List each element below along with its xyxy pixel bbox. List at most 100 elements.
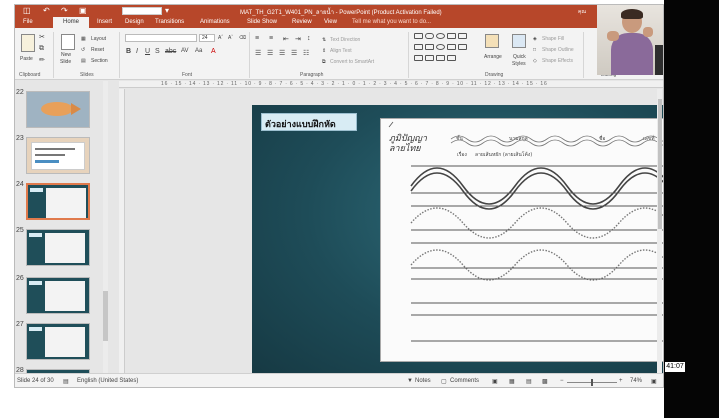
format-painter-icon[interactable]: ✏ [39,56,45,64]
tab-design[interactable]: Design [125,19,144,25]
tab-slide-show[interactable]: Slide Show [247,19,277,25]
font-size-box[interactable]: 24 [199,34,215,42]
triangle-shape-icon[interactable] [458,33,467,39]
tell-me-search[interactable]: Tell me what you want to do... [352,19,431,25]
slide-scroll-thumb[interactable] [658,99,662,229]
reset-icon[interactable]: ↺ [81,47,85,53]
slide-preview[interactable] [26,277,90,314]
bold-icon[interactable]: B [126,48,131,55]
columns-icon[interactable]: ☷ [303,49,309,57]
shape-outline-icon[interactable]: □ [533,47,536,53]
justify-icon[interactable]: ☰ [291,49,297,57]
slide-preview[interactable] [26,323,90,360]
quick-styles-label[interactable]: Quick [513,54,526,60]
tab-review[interactable]: Review [292,19,312,25]
slide-preview[interactable] [26,229,90,266]
new-slide-icon[interactable] [61,34,75,50]
grow-font-icon[interactable]: Aˆ [218,35,223,41]
current-slide[interactable]: ตัวอย่างแบบฝึกหัด ภูมิปัญญา ลายไทย ชั้น … [252,105,663,375]
tab-transitions[interactable]: Transitions [155,19,184,25]
callout-shape-icon[interactable] [447,44,456,50]
shape-fill-icon[interactable]: ◈ [533,36,537,42]
line-shape-icon[interactable] [414,44,423,50]
text-direction-button[interactable]: Text Direction [330,37,360,43]
line-spacing-icon[interactable]: ↕ [307,35,311,42]
oval-shape-icon[interactable] [436,33,445,39]
layout-button[interactable]: Layout [91,36,106,42]
shape-fill-button[interactable]: Shape Fill [542,36,564,42]
more-shapes-icon[interactable] [447,55,456,61]
start-from-beginning-icon[interactable]: ▣ [79,6,87,15]
smartart-icon[interactable]: ⧉ [322,59,326,65]
worksheet-image[interactable]: ภูมิปัญญา ลายไทย ชั้น นามสกุล ชื่อ เลขที… [380,118,663,362]
customize-toolbar-icon[interactable]: ▾ [165,6,169,15]
redo-icon[interactable]: ↷ [61,6,68,15]
align-center-icon[interactable]: ☰ [267,49,273,57]
new-slide-label-2[interactable]: Slide [60,59,71,65]
rectangle-shape-icon[interactable] [414,33,423,39]
account-name[interactable]: คุณ [578,8,586,16]
align-text-icon[interactable]: ⇕ [322,48,326,54]
decrease-indent-icon[interactable]: ⇤ [283,35,289,43]
reading-view-icon[interactable]: ▤ [526,378,532,385]
rounded-rect-shape-icon[interactable] [425,33,434,39]
cut-icon[interactable]: ✂ [39,33,45,41]
section-icon[interactable]: ▤ [81,58,86,64]
new-slide-label[interactable]: New [61,52,71,58]
shape-effects-icon[interactable]: ◇ [533,58,537,64]
spell-check-icon[interactable]: ▤ [63,378,69,385]
bracket-shape-icon[interactable] [436,55,445,61]
star-shape-icon[interactable] [458,44,467,50]
language[interactable]: English (United States) [77,378,138,384]
paste-button-label[interactable]: Paste [20,56,33,62]
thumbnail-scroll-thumb[interactable] [103,291,108,341]
save-icon[interactable]: ◫ [23,6,31,15]
tab-home[interactable]: Home [53,17,89,28]
slideshow-view-icon[interactable]: ▩ [542,378,548,385]
text-direction-icon[interactable]: ⇅ [322,37,326,43]
tab-file[interactable]: File [23,19,33,25]
shape-outline-button[interactable]: Shape Outline [542,47,574,53]
shadow-icon[interactable]: S [155,48,160,55]
tab-view[interactable]: View [324,19,337,25]
align-text-button[interactable]: Align Text [330,48,352,54]
notes-icon[interactable]: ▼ [407,378,413,384]
tab-animations[interactable]: Animations [200,19,230,25]
section-button[interactable]: Section [91,58,108,64]
curve-shape-icon[interactable] [425,55,434,61]
reset-button[interactable]: Reset [91,47,104,53]
quick-styles-label-2[interactable]: Styles [512,61,526,67]
spacing-icon[interactable]: AV [181,48,189,54]
quick-access-box[interactable] [122,7,162,15]
copy-icon[interactable]: ⧉ [39,45,44,53]
shape-effects-button[interactable]: Shape Effects [542,58,573,64]
slide-sorter-icon[interactable]: ▦ [509,378,515,385]
underline-icon[interactable]: U [145,48,150,55]
text-box-shape-icon[interactable] [447,33,456,39]
bullets-icon[interactable]: ≡ [255,35,259,42]
zoom-level[interactable]: 74% [630,378,642,384]
align-right-icon[interactable]: ☰ [279,49,285,57]
slide-title[interactable]: ตัวอย่างแบบฝึกหัด [261,113,357,131]
tab-insert[interactable]: Insert [97,19,112,25]
undo-icon[interactable]: ↶ [43,6,50,15]
zoom-in-icon[interactable]: + [619,378,623,384]
italic-icon[interactable]: I [136,48,138,55]
zoom-out-icon[interactable]: − [560,378,564,384]
arrange-button[interactable]: Arrange [484,54,502,60]
strikethrough-icon[interactable]: abc [165,48,176,55]
circle-shape-icon[interactable] [436,44,445,50]
zoom-slider-handle[interactable] [591,379,593,386]
shrink-font-icon[interactable]: Aˇ [228,35,233,41]
normal-view-icon[interactable]: ▣ [492,378,498,385]
comments-button[interactable]: Comments [450,378,479,384]
brace-shape-icon[interactable] [414,55,423,61]
comments-icon[interactable]: ▢ [441,378,447,385]
slide-preview[interactable] [26,91,90,128]
numbering-icon[interactable]: ≡ [269,35,273,42]
notes-button[interactable]: Notes [415,378,431,384]
shapes-gallery[interactable] [414,33,476,67]
convert-smartart-button[interactable]: Convert to SmartArt [330,59,374,65]
thumbnail-scrollbar[interactable] [103,81,108,373]
slide-preview[interactable] [26,137,90,174]
